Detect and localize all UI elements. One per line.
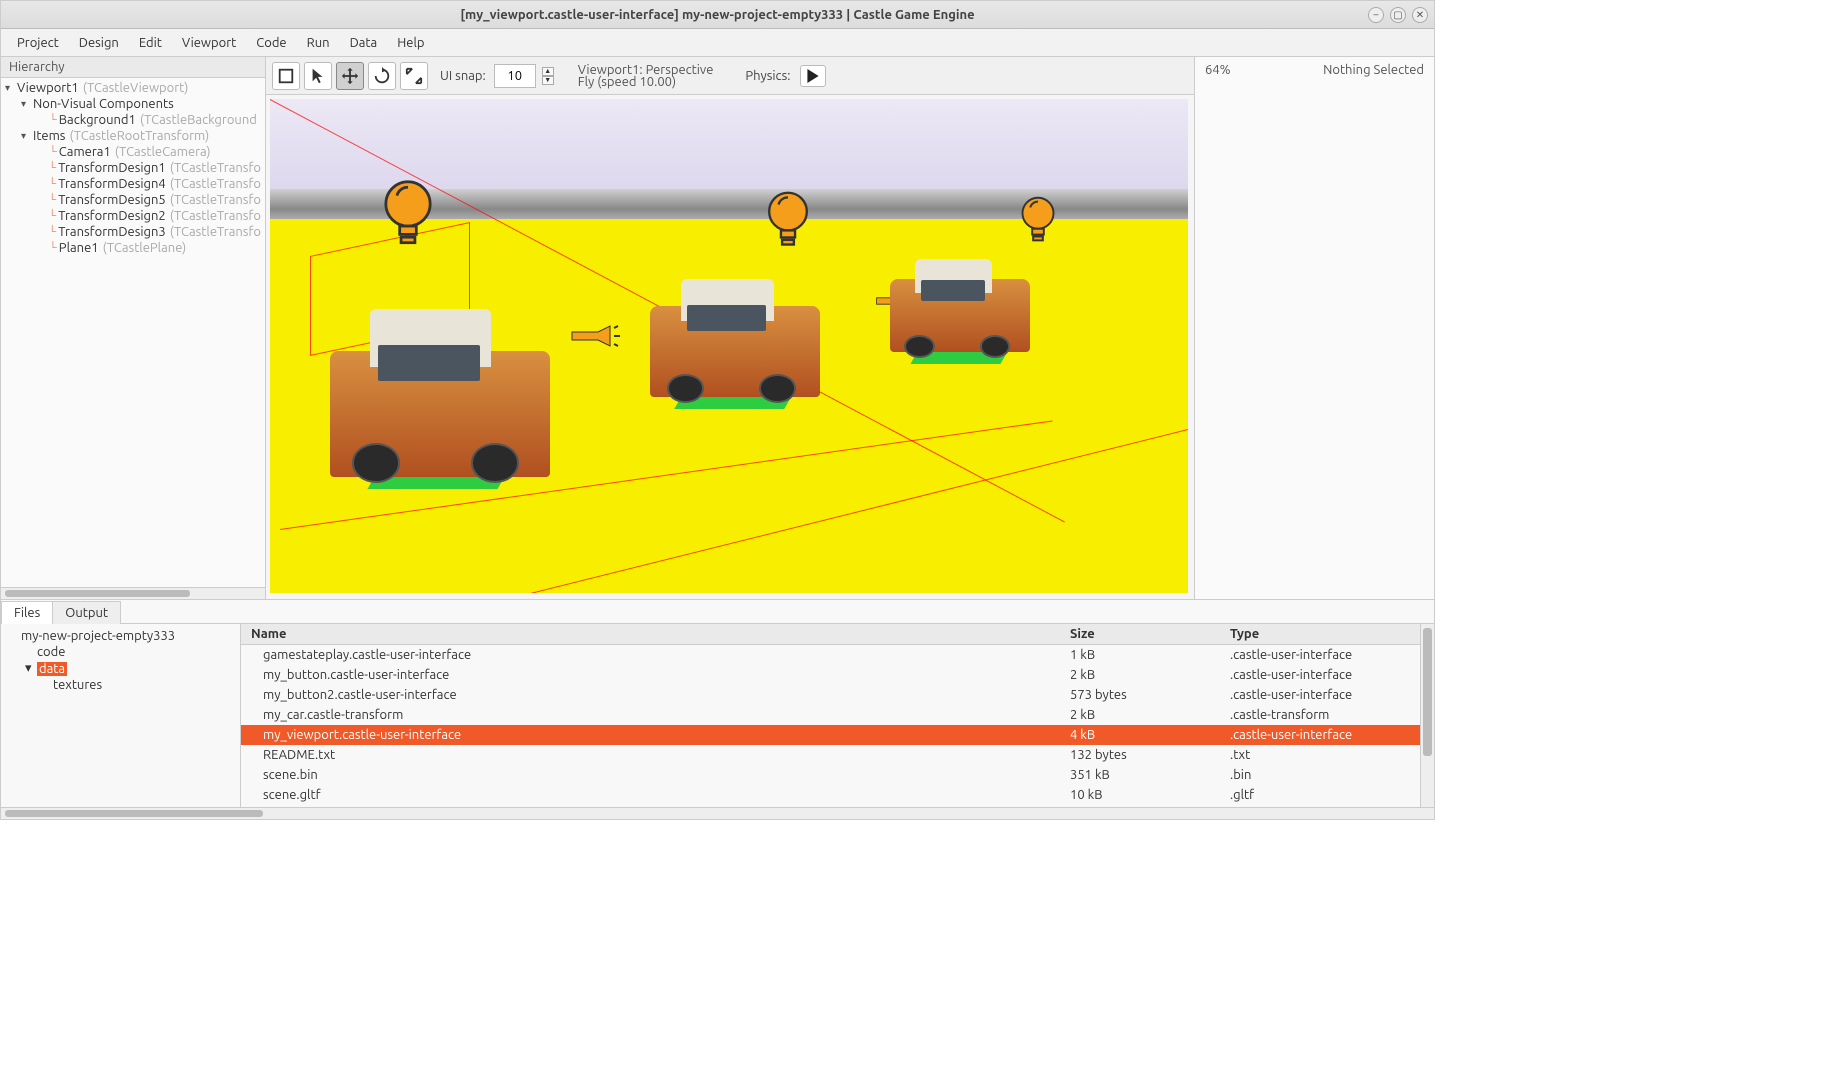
file-row[interactable]: my_car.castle-transform2 kB.castle-trans…	[241, 705, 1420, 725]
spinner-up-icon[interactable]: ▲	[542, 67, 554, 76]
hierarchy-panel: Hierarchy ▾Viewport1(TCastleViewport)▾No…	[1, 57, 266, 599]
light-bulb-icon	[380, 179, 436, 251]
car-model	[330, 309, 550, 489]
hierarchy-item[interactable]: └Background1(TCastleBackground	[1, 112, 265, 128]
app-window: [my_viewport.castle-user-interface] my-n…	[0, 0, 1435, 820]
hierarchy-hscroll[interactable]	[1, 587, 265, 599]
viewport-info: Viewport1: Perspective Fly (speed 10.00)	[578, 64, 714, 88]
viewport-3d[interactable]	[270, 99, 1188, 593]
hierarchy-item[interactable]: └TransformDesign1(TCastleTransfo	[1, 160, 265, 176]
project-tree-item[interactable]: code	[5, 644, 236, 660]
file-row[interactable]: gamestateplay.castle-user-interface1 kB.…	[241, 645, 1420, 665]
file-list-header[interactable]: Name Size Type	[241, 624, 1420, 645]
file-list-body[interactable]: gamestateplay.castle-user-interface1 kB.…	[241, 645, 1420, 807]
file-row[interactable]: my_button2.castle-user-interface573 byte…	[241, 685, 1420, 705]
tool-rect-button[interactable]	[272, 62, 300, 90]
viewport-info-line2: Fly (speed 10.00)	[578, 76, 714, 88]
window-title: [my_viewport.castle-user-interface] my-n…	[460, 8, 974, 22]
hierarchy-tree[interactable]: ▾Viewport1(TCastleViewport)▾Non-Visual C…	[1, 78, 265, 587]
zoom-percent: 64%	[1205, 63, 1231, 77]
titlebar: [my_viewport.castle-user-interface] my-n…	[1, 1, 1434, 29]
project-tree-item[interactable]: ▾data	[5, 660, 236, 677]
light-bulb-icon	[764, 190, 812, 251]
tab-files[interactable]: Files	[1, 601, 53, 624]
menu-design[interactable]: Design	[69, 32, 129, 54]
menubar: Project Design Edit Viewport Code Run Da…	[1, 29, 1434, 57]
speaker-icon	[570, 324, 620, 348]
car-model	[890, 259, 1030, 364]
physics-play-button[interactable]	[800, 65, 826, 87]
menu-edit[interactable]: Edit	[129, 32, 172, 54]
hierarchy-item[interactable]: └TransformDesign2(TCastleTransfo	[1, 208, 265, 224]
menu-help[interactable]: Help	[387, 32, 434, 54]
tool-scale-button[interactable]	[400, 62, 428, 90]
close-button[interactable]: ✕	[1412, 7, 1428, 23]
hierarchy-item[interactable]: └TransformDesign4(TCastleTransfo	[1, 176, 265, 192]
file-row[interactable]: my_button.castle-user-interface2 kB.cast…	[241, 665, 1420, 685]
minimize-button[interactable]: –	[1368, 7, 1384, 23]
bottom-hscroll[interactable]	[1, 807, 1434, 819]
menu-run[interactable]: Run	[297, 32, 340, 54]
ui-snap-label: UI snap:	[440, 69, 486, 83]
menu-code[interactable]: Code	[246, 32, 296, 54]
hierarchy-item[interactable]: └Camera1(TCastleCamera)	[1, 144, 265, 160]
file-row[interactable]: scene.gltf10 kB.gltf	[241, 785, 1420, 805]
bottom-panel: Files Output my-new-project-empty333code…	[1, 599, 1434, 819]
file-row[interactable]: scene.bin351 kB.bin	[241, 765, 1420, 785]
tab-output[interactable]: Output	[52, 601, 121, 624]
hierarchy-item[interactable]: ▾Non-Visual Components	[1, 96, 265, 112]
light-bulb-icon	[1018, 196, 1057, 246]
ui-snap-spinner[interactable]: ▲▼	[542, 67, 554, 85]
menu-viewport[interactable]: Viewport	[172, 32, 246, 54]
viewport-toolbar: UI snap: ▲▼ Viewport1: Perspective Fly (…	[266, 57, 1194, 95]
menu-data[interactable]: Data	[340, 32, 388, 54]
menu-project[interactable]: Project	[7, 32, 69, 54]
tool-select-button[interactable]	[304, 62, 332, 90]
inspector-panel: 64% Nothing Selected	[1194, 57, 1434, 599]
hierarchy-item[interactable]: └Plane1(TCastlePlane)	[1, 240, 265, 256]
physics-label: Physics:	[745, 69, 790, 83]
tool-rotate-button[interactable]	[368, 62, 396, 90]
project-tree[interactable]: my-new-project-empty333code▾datatextures	[1, 624, 241, 807]
viewport-info-line1: Viewport1: Perspective	[578, 64, 714, 76]
hierarchy-item[interactable]: └TransformDesign5(TCastleTransfo	[1, 192, 265, 208]
col-type[interactable]: Type	[1220, 624, 1420, 644]
project-tree-item[interactable]: my-new-project-empty333	[5, 628, 236, 644]
maximize-button[interactable]: ▢	[1390, 7, 1406, 23]
tool-move-button[interactable]	[336, 62, 364, 90]
file-row[interactable]: README.txt132 bytes.txt	[241, 745, 1420, 765]
car-model	[650, 279, 820, 409]
hierarchy-item[interactable]: ▾Viewport1(TCastleViewport)	[1, 80, 265, 96]
selection-status: Nothing Selected	[1323, 63, 1424, 77]
hierarchy-item[interactable]: └TransformDesign3(TCastleTransfo	[1, 224, 265, 240]
bottom-tabs: Files Output	[1, 600, 1434, 624]
hierarchy-title: Hierarchy	[1, 57, 265, 78]
file-list-vscroll[interactable]	[1420, 624, 1434, 807]
file-row[interactable]: my_viewport.castle-user-interface4 kB.ca…	[241, 725, 1420, 745]
spinner-down-icon[interactable]: ▼	[542, 76, 554, 85]
col-size[interactable]: Size	[1060, 624, 1220, 644]
ui-snap-input[interactable]	[494, 64, 536, 88]
file-list: Name Size Type gamestateplay.castle-user…	[241, 624, 1420, 807]
col-name[interactable]: Name	[241, 624, 1060, 644]
project-tree-item[interactable]: textures	[5, 677, 236, 693]
hierarchy-item[interactable]: ▾Items(TCastleRootTransform)	[1, 128, 265, 144]
